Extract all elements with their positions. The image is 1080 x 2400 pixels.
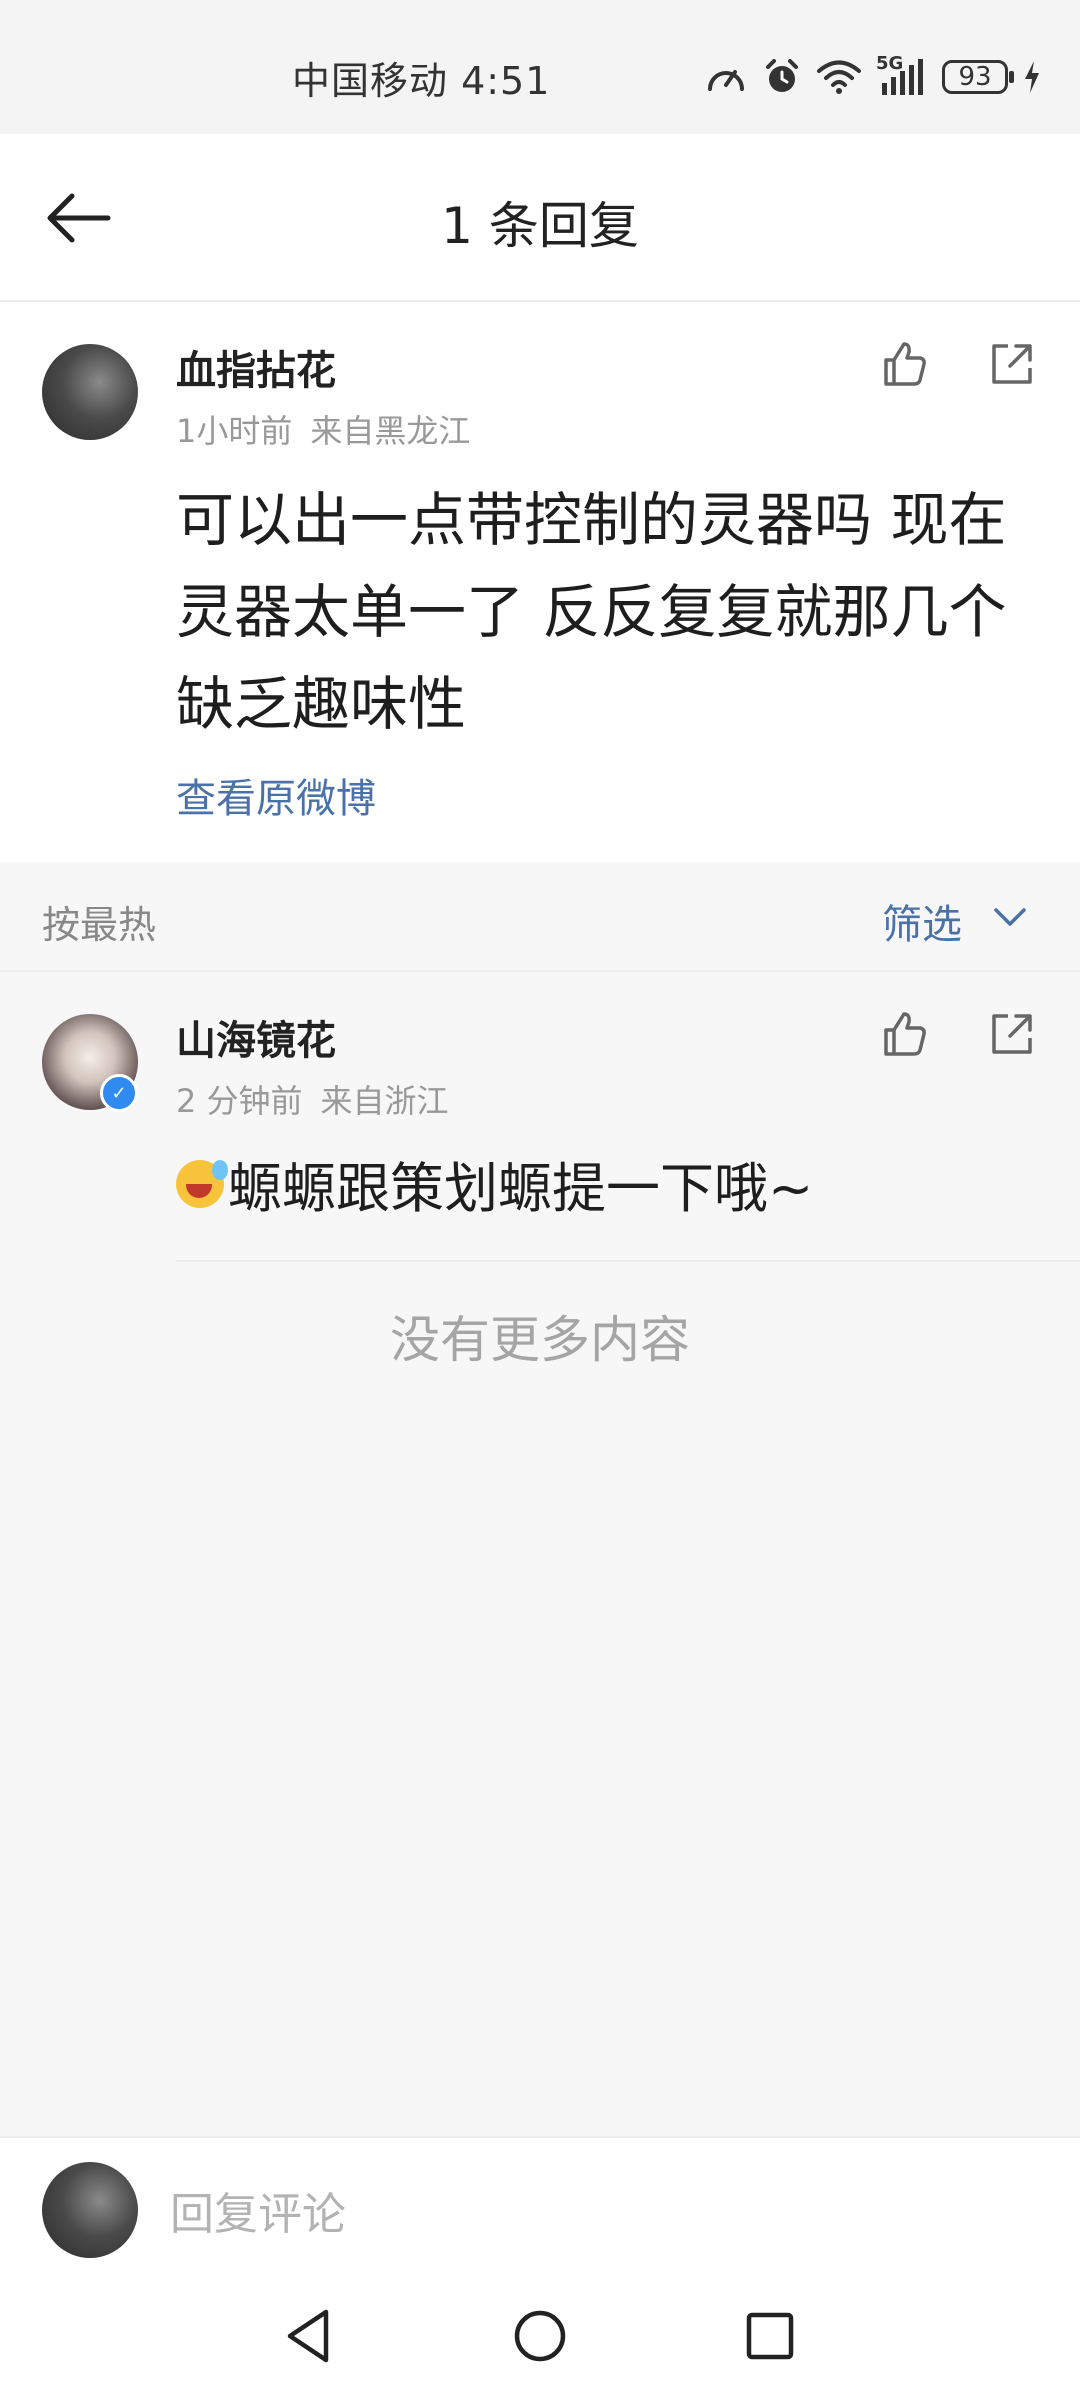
laughing-tears-emoji-icon (176, 1159, 228, 1208)
sort-bar: 按最热 筛选 (0, 862, 1080, 972)
nav-back-icon[interactable] (278, 2304, 342, 2368)
wifi-icon (817, 60, 861, 94)
chevron-down-icon[interactable] (992, 902, 1028, 932)
original-comment: 血指拈花 1小时前 来自黑龙江 可以出一点带控制的灵器吗 现在灵器太单一了 反反复… (0, 302, 1080, 862)
view-original-link[interactable]: 查看原微博 (176, 766, 376, 824)
reply-bar: 回复评论 (0, 2136, 1080, 2276)
speedometer-icon (708, 70, 744, 91)
system-nav-bar (0, 2276, 1080, 2400)
charging-icon (1025, 61, 1039, 93)
no-more-content: 没有更多内容 (390, 1311, 690, 1369)
verified-badge-icon: ✓ (100, 1074, 138, 1112)
reply-item: ✓ 山海镜花 2 分钟前 来自浙江 螈螈跟策划螈提一下哦~ (0, 972, 1080, 1262)
sort-hot-tab[interactable]: 按最热 (42, 894, 156, 949)
divider (176, 1260, 1080, 1262)
comment-text: 可以出一点带控制的灵器吗 现在灵器太单一了 反反复复就那几个 缺乏趣味性 (176, 486, 1007, 738)
reply-text: 螈螈跟策划螈提一下哦~ (228, 1157, 814, 1220)
comment-meta: 1小时前 来自黑龙江 (176, 406, 470, 452)
filter-button[interactable]: 筛选 (882, 892, 962, 950)
share-icon[interactable] (984, 1006, 1040, 1062)
signal-indicator: 5G (876, 53, 928, 97)
page-title: 1 条回复 (441, 197, 639, 255)
avatar (42, 2162, 138, 2258)
reply-location: 来自浙江 (320, 1082, 449, 1120)
alarm-icon (766, 59, 798, 92)
top-bar: 1 条回复 (0, 134, 1080, 302)
comment-location: 来自黑龙江 (310, 412, 471, 450)
share-icon[interactable] (984, 336, 1040, 392)
signal-bars-icon (882, 59, 923, 95)
reply-meta: 2 分钟前 来自浙江 (176, 1076, 449, 1122)
status-bar: 中国移动 4:51 5G 93 (0, 0, 1080, 134)
reply-time: 2 分钟前 (176, 1082, 303, 1120)
avatar[interactable] (42, 344, 138, 440)
reply-username[interactable]: 山海镜花 (176, 1008, 336, 1066)
comment-time: 1小时前 (176, 412, 293, 450)
reply-text-row: 螈螈跟策划螈提一下哦~ (176, 1144, 813, 1223)
status-icons: 5G 93 (704, 52, 1042, 102)
battery-indicator: 93 (942, 60, 1014, 94)
reply-input[interactable]: 回复评论 (170, 2178, 346, 2242)
nav-recents-icon[interactable] (738, 2304, 802, 2368)
battery-level: 93 (958, 62, 992, 92)
status-carrier-time: 中国移动 4:51 (292, 59, 551, 103)
thumbs-up-icon[interactable] (876, 336, 932, 392)
nav-home-icon[interactable] (508, 2304, 572, 2368)
comment-username[interactable]: 血指拈花 (176, 338, 336, 396)
thumbs-up-icon[interactable] (876, 1006, 932, 1062)
